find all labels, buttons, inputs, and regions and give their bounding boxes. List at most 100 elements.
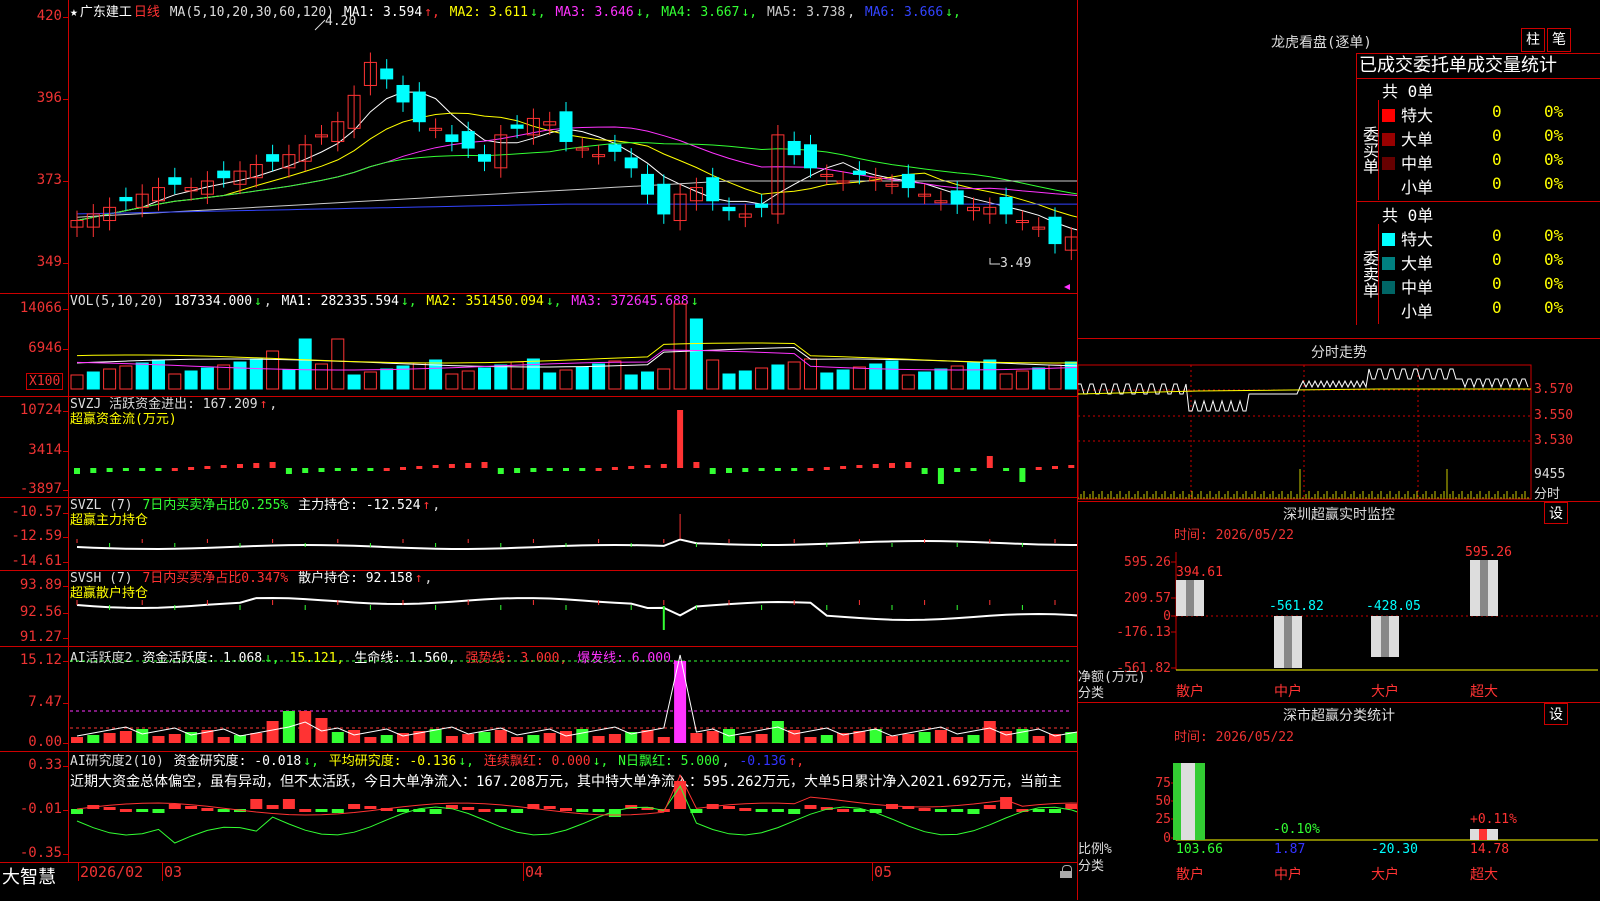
category-label: 中户 xyxy=(1274,866,1302,883)
activity-bar xyxy=(445,736,458,743)
bar-label: -0.10% xyxy=(1273,822,1320,837)
flow-bar xyxy=(986,456,993,468)
research-bar xyxy=(1000,797,1013,809)
activity-bar xyxy=(576,729,589,743)
intraday-chart[interactable] xyxy=(1078,339,1600,501)
intraday-panel[interactable]: 分时走势 3.570 3.550 3.530 9455 分时 xyxy=(1078,339,1600,502)
flow-bar xyxy=(514,468,521,473)
flow-bar xyxy=(628,466,635,469)
activity-bar xyxy=(771,721,784,743)
y-tick: 3.530 xyxy=(1534,433,1574,448)
flow-bar xyxy=(856,465,863,468)
net-bar-shade xyxy=(1284,616,1292,668)
volume-bar xyxy=(168,373,182,390)
y-tick: 0 xyxy=(1163,831,1171,846)
volume-bar xyxy=(103,368,117,390)
flow-bar xyxy=(351,468,358,471)
flow-bar xyxy=(122,468,129,471)
order-percent: 0% xyxy=(1544,174,1564,193)
activity-bar xyxy=(902,734,915,743)
date-label: 05 xyxy=(872,863,893,881)
y-tick: 50 xyxy=(1155,794,1171,809)
ai-research-chart[interactable] xyxy=(0,751,1077,862)
flow-bar xyxy=(448,464,455,468)
y-tick: 3.570 xyxy=(1534,382,1574,397)
candle-body xyxy=(755,203,769,208)
ai-activity-panel[interactable]: 15.12 7.47 0.00 AI活跃度2 资金活跃度: 1.068 ↓, 15… xyxy=(0,646,1077,752)
order-count: 0 xyxy=(1492,250,1502,269)
volume-bar xyxy=(233,361,247,390)
date-label: 2026/02 xyxy=(78,863,144,881)
order-percent: 0% xyxy=(1544,250,1564,269)
volume-bar xyxy=(918,371,932,390)
flow-bar xyxy=(709,468,716,474)
low-marker xyxy=(989,258,1000,265)
net-bar-shade xyxy=(1186,580,1194,616)
research-bar xyxy=(266,805,279,809)
color-swatch xyxy=(1382,157,1395,170)
activity-bar xyxy=(886,736,898,743)
research-bar xyxy=(348,804,361,809)
lhb-panel: 龙虎看盘(逐单) 柱 笔 已成交委托单成交量统计 委买单 共 0单 特大 0 0% 大… xyxy=(1078,0,1600,339)
ai-research-panel[interactable]: 0.33 -0.01 -0.35 AI研究度2(10) 资金研究度: -0.01… xyxy=(0,751,1077,862)
svzl-chart[interactable] xyxy=(0,497,1077,570)
order-row: 大单 0 0% xyxy=(1382,250,1598,274)
candle-body xyxy=(119,196,133,202)
buy-block: 委买单 共 0单 特大 0 0% 大单 0 0% 中单 0 0% 小单 0 0% xyxy=(1356,78,1600,202)
svsh-chart[interactable] xyxy=(0,570,1077,646)
sz-stat-panel[interactable]: 深市超赢分类统计 设 时间: 2026/05/22 75 50 25 0 -0.10% +… xyxy=(1078,703,1600,900)
flow-bar xyxy=(660,464,667,468)
svzl-panel[interactable]: -10.57 -12.59 -14.61 SVZL (7) 7日内买卖净占比0.… xyxy=(0,497,1077,571)
sz-monitor-panel[interactable]: 深圳超赢实时监控 设 时间: 2026/05/22 595.26 209.57 0-… xyxy=(1078,502,1600,703)
order-row: 小单 0 0% xyxy=(1382,174,1598,198)
research-bar xyxy=(967,809,980,814)
flow-bar xyxy=(823,467,830,470)
volume-panel[interactable]: 14066 6946 X100 VOL(5,10,20) 187334.000 ↓… xyxy=(0,293,1077,397)
research-line xyxy=(76,785,1077,844)
order-type: 小单 xyxy=(1401,302,1434,321)
flow-bar xyxy=(74,468,80,474)
category-label: 大户 xyxy=(1371,866,1399,883)
svzj-chart[interactable] xyxy=(0,396,1077,497)
order-row: 小单 0 0% xyxy=(1382,298,1598,322)
order-type: 中单 xyxy=(1401,278,1434,297)
candlestick-chart[interactable] xyxy=(0,0,1077,293)
vol-ma-line xyxy=(76,346,1077,368)
flow-bar xyxy=(400,467,406,470)
activity-bar xyxy=(494,730,507,743)
tick-mode-button[interactable]: 笔 xyxy=(1547,28,1571,52)
order-percent: 0% xyxy=(1544,226,1564,245)
flow-bar xyxy=(644,465,651,468)
research-bar xyxy=(364,806,377,809)
activity-bar xyxy=(592,736,605,743)
activity-bar xyxy=(348,730,361,743)
order-count: 0 xyxy=(1492,150,1502,169)
research-bar xyxy=(168,804,181,809)
color-swatch xyxy=(1382,233,1395,246)
flow-bar xyxy=(954,468,961,472)
flow-bar xyxy=(171,468,178,471)
bar-mode-button[interactable]: 柱 xyxy=(1521,28,1545,52)
flow-bar xyxy=(318,468,325,472)
low-price-label: 3.49 xyxy=(1000,256,1032,271)
volume-chart[interactable] xyxy=(0,293,1077,396)
volume-bar xyxy=(689,318,703,390)
flow-bar xyxy=(1019,468,1026,482)
activity-bar xyxy=(820,735,833,743)
y-tick: 75 xyxy=(1155,776,1171,791)
flow-bar xyxy=(742,468,749,472)
order-percent: 0% xyxy=(1544,274,1564,293)
category-label: 大户 xyxy=(1371,683,1399,700)
y-tick: 25 xyxy=(1155,812,1171,827)
flow-bar xyxy=(106,468,113,472)
volume-bar xyxy=(657,368,671,390)
activity-bar xyxy=(71,737,83,743)
candle-body xyxy=(478,154,491,162)
color-swatch xyxy=(1382,109,1395,122)
ai-activity-chart[interactable] xyxy=(0,646,1077,751)
volume-bar xyxy=(836,369,850,390)
kline-panel[interactable]: 420 396 373 349 ★ 广东建工 日线 MA(5,10,20,30,60… xyxy=(0,0,1077,294)
svsh-panel[interactable]: 93.89 92.56 91.27 SVSH (7) 7日内买卖净占比0.347… xyxy=(0,570,1077,647)
svzj-panel[interactable]: 10724 3414 -3897 SVZJ 活跃资金进出: 167.209 ↑, … xyxy=(0,396,1077,498)
flow-bar xyxy=(889,463,895,468)
